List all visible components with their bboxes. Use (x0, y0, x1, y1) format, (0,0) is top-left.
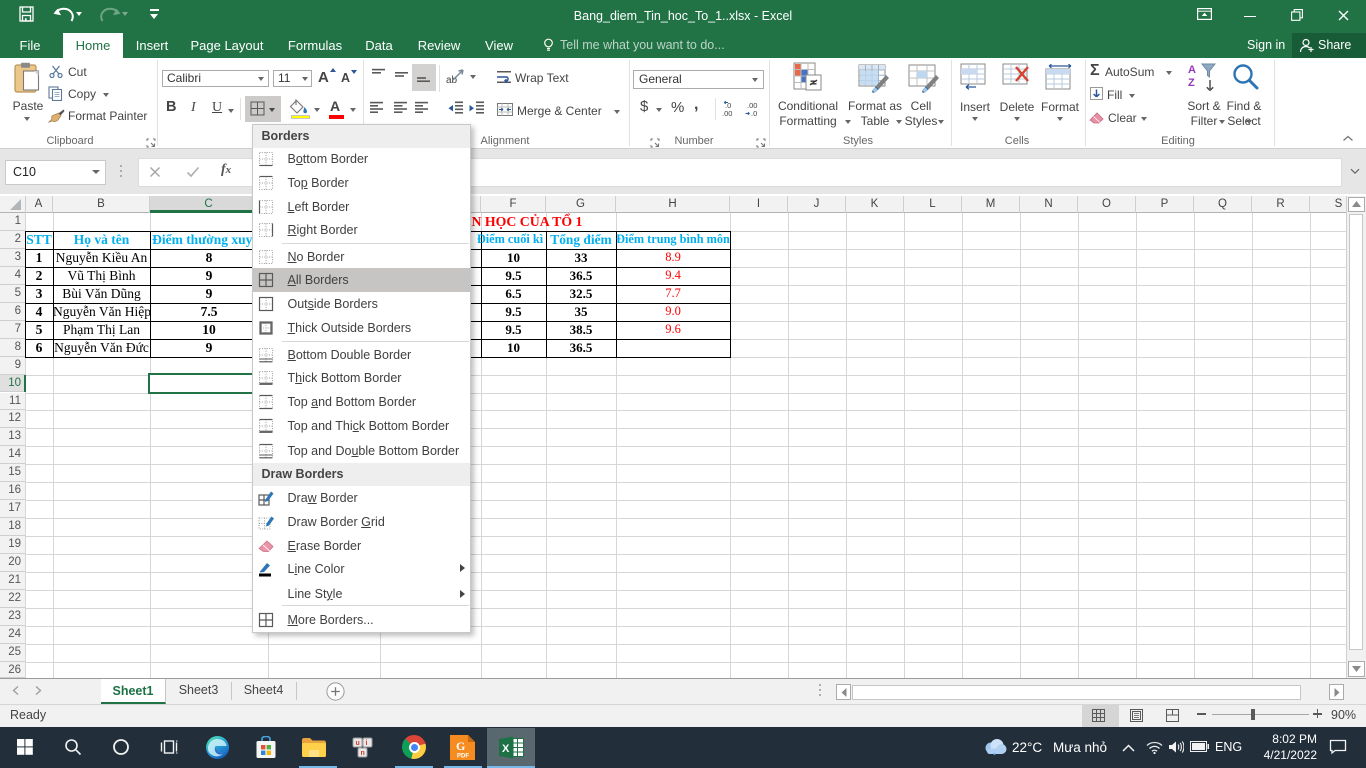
svg-text:u: u (356, 740, 360, 747)
svg-text:.00: .00 (722, 109, 732, 117)
svg-text:.0: .0 (751, 109, 757, 117)
svg-text:G: G (456, 739, 465, 753)
svg-text:n: n (361, 750, 365, 757)
svg-text:A: A (1188, 64, 1196, 76)
svg-text:Z: Z (1188, 77, 1195, 89)
svg-text:i: i (366, 740, 368, 747)
svg-text:PDF: PDF (457, 754, 469, 760)
svg-text:X: X (502, 743, 510, 755)
